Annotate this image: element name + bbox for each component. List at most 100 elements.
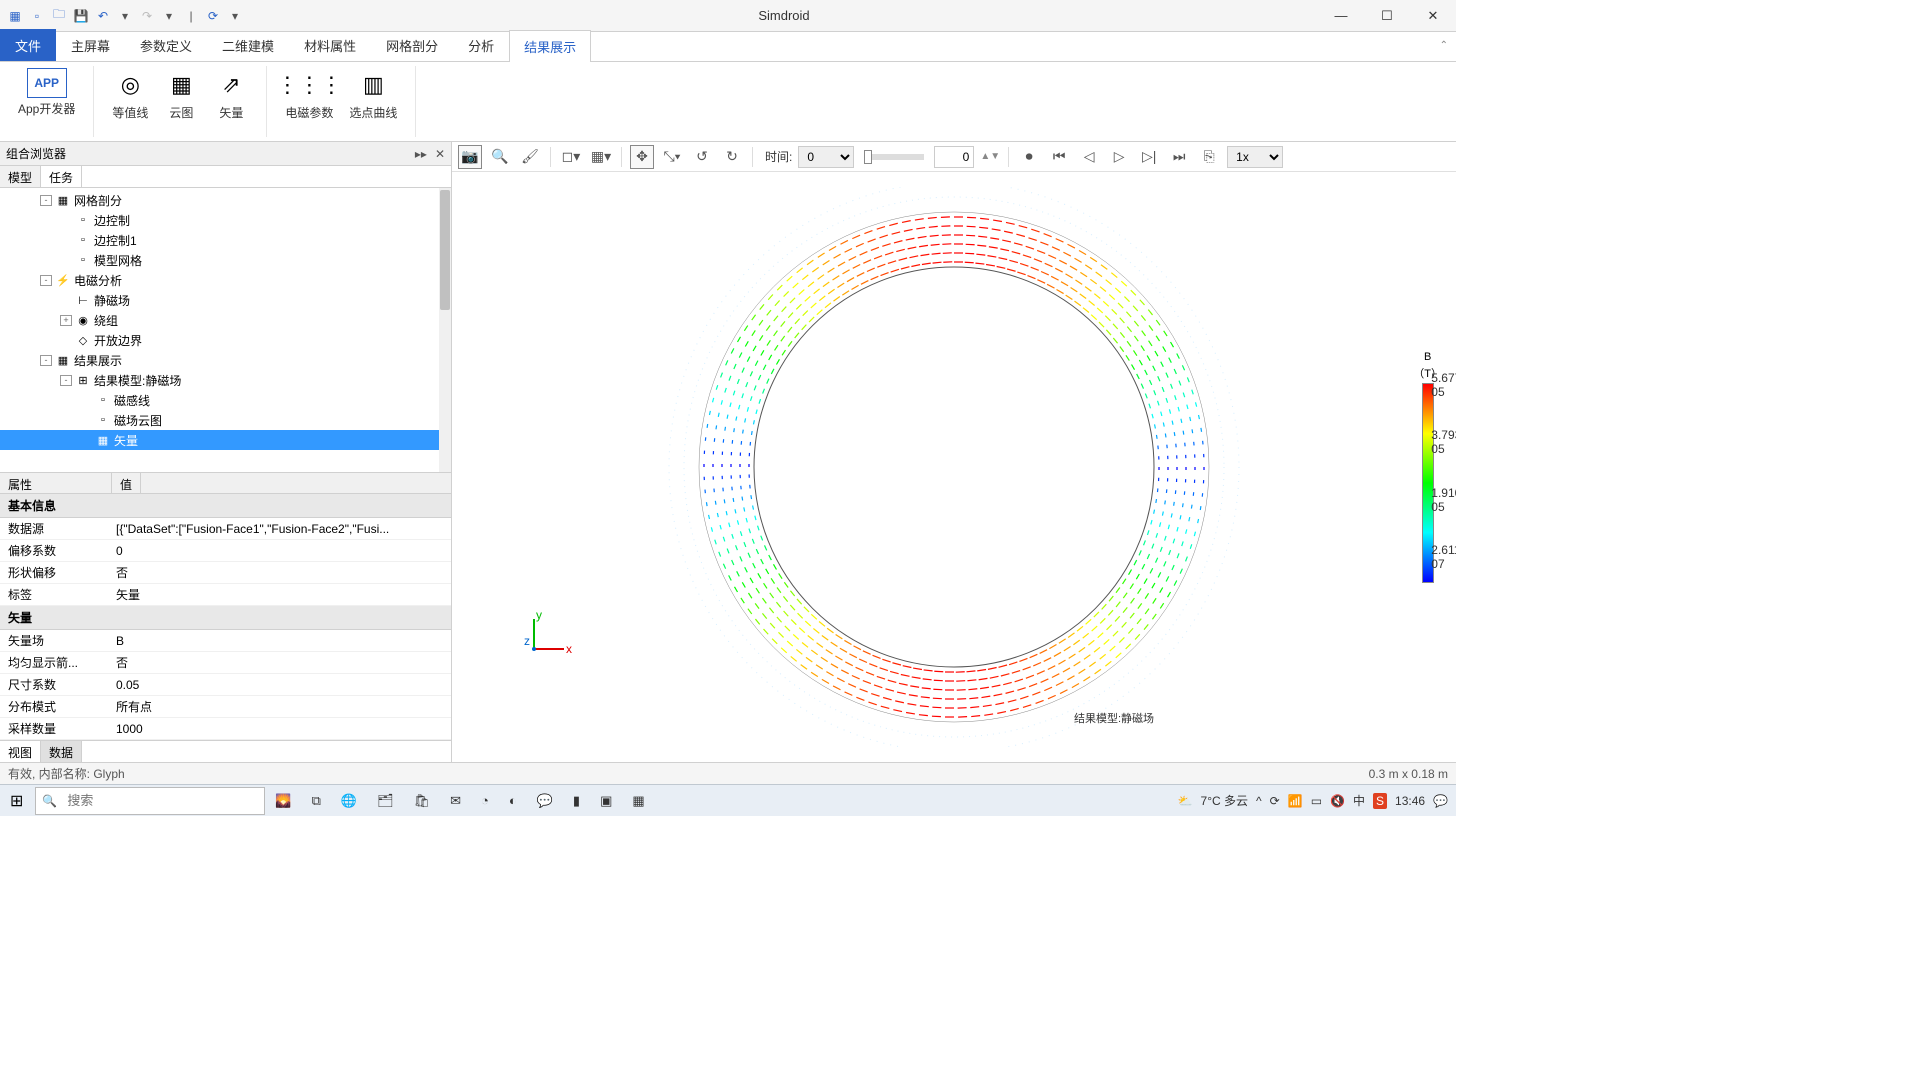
tray-sync-icon[interactable]: ⟳ — [1270, 794, 1280, 808]
prop-value[interactable]: [{"DataSet":["Fusion-Face1","Fusion-Face… — [112, 522, 451, 536]
axis-icon[interactable]: ⤡▾ — [660, 145, 684, 169]
taskbar-store-icon[interactable]: 🛍 — [404, 785, 441, 816]
tree-node[interactable]: ▫边控制1 — [0, 230, 451, 250]
taskbar-simdroid-icon[interactable]: ▦ — [622, 785, 654, 816]
tree-node[interactable]: -⊞结果模型:静磁场 — [0, 370, 451, 390]
panel-tab-model[interactable]: 模型 — [0, 166, 41, 187]
tab-results[interactable]: 结果展示 — [509, 30, 591, 62]
tab-analysis[interactable]: 分析 — [453, 29, 509, 61]
props-row[interactable]: 尺寸系数0.05 — [0, 674, 451, 696]
tree-node[interactable]: ▫磁场云图 — [0, 410, 451, 430]
new-icon[interactable]: ▫ — [28, 7, 46, 25]
prop-value[interactable]: 所有点 — [112, 698, 451, 715]
bottom-tab-view[interactable]: 视图 — [0, 741, 41, 762]
tray-ime-icon[interactable]: 中 — [1353, 792, 1365, 809]
tab-params[interactable]: 参数定义 — [125, 29, 207, 61]
props-row[interactable]: 数据源[{"DataSet":["Fusion-Face1","Fusion-F… — [0, 518, 451, 540]
rubik-icon[interactable]: ▦▾ — [589, 145, 613, 169]
open-icon[interactable]: 🗀 — [50, 7, 68, 25]
tree-node[interactable]: ⊢静磁场 — [0, 290, 451, 310]
tab-file[interactable]: 文件 — [0, 29, 56, 61]
save-icon[interactable]: 💾 — [72, 7, 90, 25]
undo-dropdown-icon[interactable]: ▾ — [116, 7, 134, 25]
taskbar-explorer-icon[interactable]: 🗂 — [367, 785, 404, 816]
tree-node[interactable]: ▫模型网格 — [0, 250, 451, 270]
ribbon-app-dev[interactable]: APP App开发器 — [10, 66, 83, 137]
first-icon[interactable]: ⏮ — [1047, 145, 1071, 169]
ribbon-em-params[interactable]: ⋮⋮⋮ 电磁参数 — [277, 66, 341, 137]
export-icon[interactable]: ⎘ — [1197, 145, 1221, 169]
refresh-dropdown-icon[interactable]: ▾ — [226, 7, 244, 25]
prop-value[interactable]: B — [112, 634, 451, 648]
props-row[interactable]: 矢量场B — [0, 630, 451, 652]
tree-node[interactable]: -▦结果展示 — [0, 350, 451, 370]
tree-node[interactable]: ◇开放边界 — [0, 330, 451, 350]
ribbon-cloud[interactable]: ▦ 云图 — [156, 66, 206, 137]
tray-wifi-icon[interactable]: 📶 — [1288, 794, 1303, 808]
magnify-icon[interactable]: 🔍 — [488, 145, 512, 169]
redo-icon[interactable]: ↷ — [138, 7, 156, 25]
taskbar-taskview-icon[interactable]: ⧉ — [302, 785, 331, 816]
search-input[interactable] — [63, 793, 264, 808]
taskbar-edge-icon[interactable]: 🌐 — [331, 785, 367, 816]
prop-value[interactable]: 否 — [112, 564, 451, 581]
props-row[interactable]: 标签矢量 — [0, 584, 451, 606]
close-button[interactable]: ✕ — [1410, 0, 1456, 32]
props-row[interactable]: 均匀显示箭...否 — [0, 652, 451, 674]
ribbon-collapse-icon[interactable]: ⌃ — [1440, 40, 1448, 51]
tray-volume-icon[interactable]: 🔇 — [1330, 794, 1345, 808]
tree-node[interactable]: +◉绕组 — [0, 310, 451, 330]
expander-icon[interactable]: + — [60, 315, 72, 326]
expander-icon[interactable]: - — [40, 355, 52, 366]
refresh-icon[interactable]: ⟳ — [204, 7, 222, 25]
prop-value[interactable]: 0.05 — [112, 678, 451, 692]
tab-mesh[interactable]: 网格剖分 — [371, 29, 453, 61]
expander-icon[interactable]: - — [40, 275, 52, 286]
tray-clock[interactable]: 13:46 — [1395, 794, 1425, 808]
move-icon[interactable]: ✥ — [630, 145, 654, 169]
record-icon[interactable]: ⏺ — [1017, 145, 1041, 169]
prop-value[interactable]: 1000 — [112, 722, 451, 736]
tree-node[interactable]: ▫磁感线 — [0, 390, 451, 410]
cube-icon[interactable]: ◻▾ — [559, 145, 583, 169]
time-select[interactable]: 0 — [798, 146, 854, 168]
rotate-ccw-icon[interactable]: ↺ — [690, 145, 714, 169]
ribbon-contour[interactable]: ◎ 等值线 — [104, 66, 156, 137]
time-index-input[interactable] — [934, 146, 974, 168]
last-icon[interactable]: ⏭ — [1167, 145, 1191, 169]
taskbar-office-icon[interactable]: ▮ — [563, 785, 590, 816]
tab-material[interactable]: 材料属性 — [289, 29, 371, 61]
props-row[interactable]: 形状偏移否 — [0, 562, 451, 584]
prev-icon[interactable]: ◁ — [1077, 145, 1101, 169]
expander-icon[interactable]: - — [60, 375, 72, 386]
scrollbar-thumb[interactable] — [440, 190, 450, 310]
play-icon[interactable]: ▷ — [1107, 145, 1131, 169]
expander-icon[interactable]: - — [40, 195, 52, 206]
panel-pin-icon[interactable]: ▸▸ — [415, 147, 427, 161]
tab-2d[interactable]: 二维建模 — [207, 29, 289, 61]
brush-icon[interactable]: 🖌 — [518, 145, 542, 169]
taskbar-mail-icon[interactable]: ✉ — [440, 785, 471, 816]
speed-select[interactable]: 1x — [1227, 146, 1283, 168]
tray-battery-icon[interactable]: ▭ — [1311, 794, 1322, 808]
tree-node[interactable]: -▦网格剖分 — [0, 190, 451, 210]
ribbon-point-curve[interactable]: ▥ 选点曲线 — [341, 66, 405, 137]
tree-scrollbar[interactable] — [439, 188, 451, 472]
canvas[interactable]: // draw colored tangential arrows around… — [452, 172, 1456, 762]
rotate-cw-icon[interactable]: ↻ — [720, 145, 744, 169]
next-icon[interactable]: ▷| — [1137, 145, 1161, 169]
tray-notifications-icon[interactable]: 💬 — [1433, 794, 1448, 808]
bottom-tab-data[interactable]: 数据 — [41, 741, 82, 762]
prop-value[interactable]: 0 — [112, 544, 451, 558]
taskbar-search[interactable]: 🔍 — [35, 787, 265, 815]
taskbar-cortana-icon[interactable]: 🌄 — [265, 785, 301, 816]
slider-thumb[interactable] — [864, 150, 872, 164]
panel-tab-tasks[interactable]: 任务 — [41, 166, 82, 187]
redo-dropdown-icon[interactable]: ▾ — [160, 7, 178, 25]
tree-node[interactable]: ▦矢量 — [0, 430, 451, 450]
camera-icon[interactable]: 📷 — [458, 145, 482, 169]
ribbon-vector[interactable]: ⇗ 矢量 — [206, 66, 256, 137]
props-row[interactable]: 分布模式所有点 — [0, 696, 451, 718]
minimize-button[interactable]: — — [1318, 0, 1364, 32]
tray-chevron-icon[interactable]: ^ — [1256, 794, 1262, 808]
